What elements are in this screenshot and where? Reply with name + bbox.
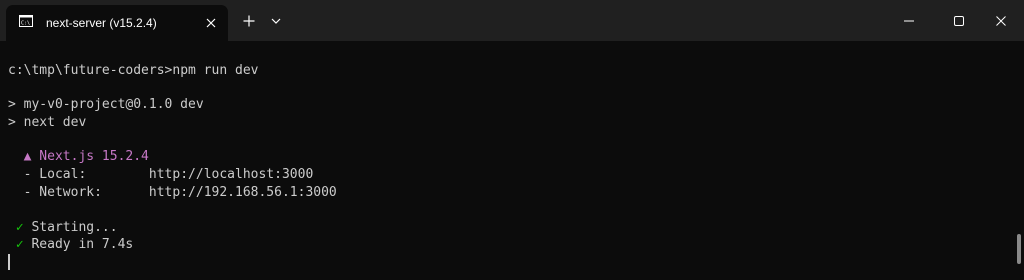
text-cursor	[8, 253, 10, 270]
new-tab-button[interactable]	[237, 9, 261, 33]
tab-dropdown-button[interactable]	[266, 9, 286, 33]
title-bar: C:\ next-server (v15.2.4)	[0, 0, 1024, 41]
next-banner: ▲ Next.js 15.2.4	[8, 148, 149, 166]
starting-text: Starting...	[31, 220, 118, 235]
network-url: http://192.168.56.1:3000	[148, 185, 337, 200]
minimize-icon	[904, 20, 914, 21]
command: npm run dev	[172, 63, 259, 78]
script-line-2: > next dev	[8, 115, 87, 130]
plus-icon	[243, 15, 255, 27]
scrollbar-thumb[interactable]	[1017, 234, 1021, 264]
starting-line: ✓ Starting...	[8, 219, 118, 237]
terminal-output[interactable]: c:\tmp\future-coders>npm run dev > my-v0…	[0, 41, 1014, 280]
minimize-button[interactable]	[886, 0, 932, 41]
tab-next-server[interactable]: C:\ next-server (v15.2.4)	[6, 5, 228, 41]
tab-title: next-server (v15.2.4)	[46, 16, 157, 30]
svg-text:C:\: C:\	[21, 21, 30, 27]
ready-line: ✓ Ready in 7.4s	[8, 236, 133, 254]
maximize-icon	[954, 15, 964, 26]
cursor-line	[8, 253, 10, 271]
command-line: c:\tmp\future-coders>npm run dev	[8, 62, 258, 80]
script-line-1: > my-v0-project@0.1.0 dev	[8, 97, 204, 112]
terminal-icon: C:\	[19, 15, 33, 27]
ready-text: Ready in 7.4s	[31, 237, 134, 252]
local-line: - Local: http://localhost:3000	[8, 166, 314, 184]
scrollbar[interactable]	[1014, 41, 1024, 280]
check-icon: ✓	[15, 220, 24, 235]
next-banner-text: ▲ Next.js 15.2.4	[23, 149, 149, 164]
local-url: http://localhost:3000	[148, 167, 314, 182]
tab-close-icon[interactable]	[202, 14, 220, 32]
close-button[interactable]	[978, 0, 1024, 41]
prompt: c:\tmp\future-coders>	[8, 63, 173, 78]
network-label: - Network:	[23, 185, 102, 200]
network-line: - Network: http://192.168.56.1:3000	[8, 184, 337, 202]
check-icon: ✓	[15, 237, 24, 252]
local-label: - Local:	[23, 167, 87, 182]
maximize-button[interactable]	[936, 0, 982, 41]
chevron-down-icon	[271, 18, 281, 24]
close-icon	[996, 15, 1006, 26]
